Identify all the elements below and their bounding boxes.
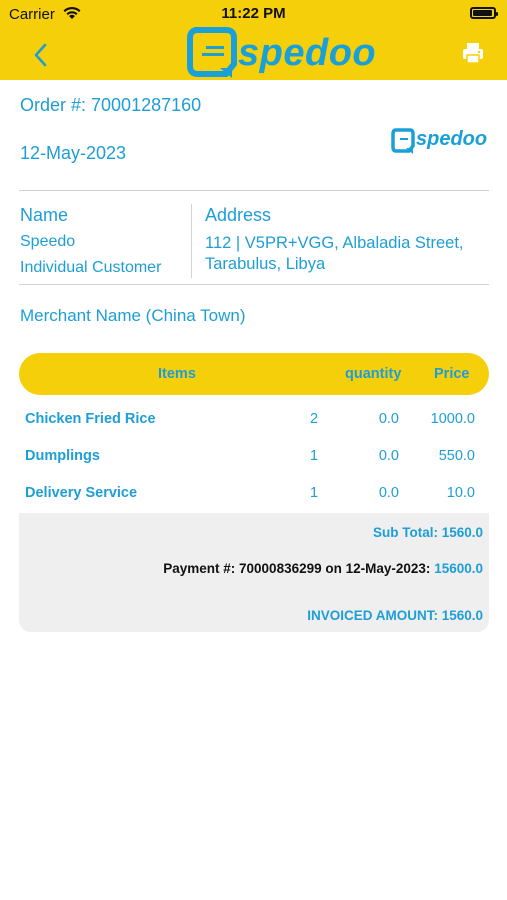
subtotal: Sub Total: 1560.0 (372, 525, 483, 540)
brand-logo: spedoo (186, 24, 386, 80)
payment-info: Payment #: 70000836299 on 12-May-2023: 1… (163, 561, 483, 576)
header-items: Items (158, 366, 196, 382)
divider (19, 190, 489, 191)
logo-mark-icon (187, 27, 237, 78)
merchant-name: Merchant Name (China Town) (20, 306, 246, 325)
back-button[interactable] (26, 38, 56, 72)
receipt-logo-wordmark: spedoo (416, 128, 488, 150)
item-unit-price: 0.0 (378, 411, 399, 427)
item-price: 550.0 (438, 448, 475, 464)
table-row: Chicken Fried Rice 2 0.0 1000.0 (19, 411, 489, 439)
nav-bar: spedoo (0, 27, 507, 80)
item-quantity: 1 (309, 485, 319, 501)
customer-name: Speedo (20, 233, 76, 250)
item-name: Delivery Service (25, 485, 138, 501)
order-date: 12-May-2023 (20, 143, 127, 163)
table-row: Dumplings 1 0.0 550.0 (19, 448, 489, 476)
customer-address: 112 | V5PR+VGG, Albaladia Street, Tarabu… (205, 234, 464, 273)
invoiced-amount: INVOICED AMOUNT: 1560.0 (307, 608, 483, 623)
item-unit-price: 0.0 (378, 448, 399, 464)
item-price: 1000.0 (430, 411, 475, 427)
battery-icon (470, 7, 498, 19)
clock-time: 11:22 PM (221, 5, 286, 22)
header-quantity: quantity (345, 366, 402, 382)
chevron-left-icon (34, 43, 47, 67)
payment-amount: 15600.0 (434, 561, 483, 576)
item-name: Dumplings (25, 448, 100, 464)
summary-panel: Sub Total: 1560.0 Payment #: 70000836299… (19, 513, 489, 632)
items-table-header: Items quantity Price (19, 353, 489, 395)
divider (19, 284, 489, 285)
brand-wordmark: spedoo (238, 32, 377, 74)
item-name: Chicken Fried Rice (25, 411, 156, 427)
receipt-logo: spedoo (390, 126, 490, 156)
logo-mark-icon (391, 128, 415, 154)
item-quantity: 1 (309, 448, 319, 464)
address-label: Address (205, 205, 272, 225)
printer-icon (463, 43, 483, 64)
item-quantity: 2 (309, 411, 319, 427)
column-divider (191, 204, 192, 278)
print-button[interactable] (460, 40, 486, 66)
payment-text: Payment #: 70000836299 on 12-May-2023: (163, 561, 431, 576)
item-price: 10.0 (446, 485, 475, 501)
table-row: Delivery Service 1 0.0 10.0 (19, 485, 489, 513)
item-unit-price: 0.0 (378, 485, 399, 501)
customer-type: Individual Customer (20, 259, 162, 276)
name-label: Name (20, 205, 69, 225)
order-number: Order #: 70001287160 (20, 95, 202, 115)
header-price: Price (434, 366, 470, 382)
